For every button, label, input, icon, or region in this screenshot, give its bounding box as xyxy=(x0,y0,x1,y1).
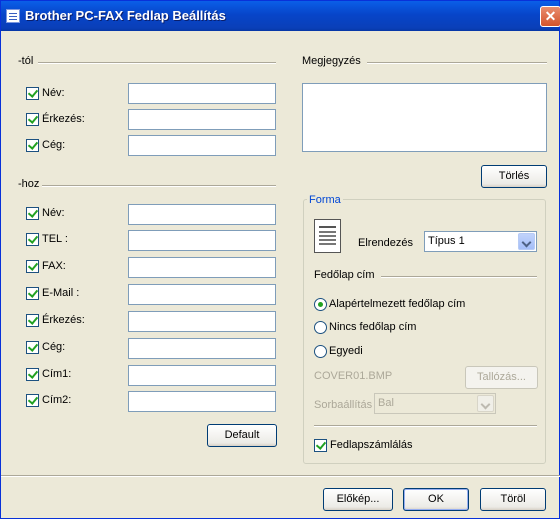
alignment-label: Sorbaállítás xyxy=(314,399,373,411)
layout-label: Elrendezés xyxy=(358,237,414,249)
title-bar[interactable]: Brother PC-FAX Fedlap Beállítás xyxy=(1,1,559,31)
chevron-down-icon[interactable] xyxy=(518,233,535,250)
from-arrival-checkbox[interactable] xyxy=(26,113,39,126)
radio-no-cover-title[interactable] xyxy=(314,321,327,334)
to-company-field[interactable] xyxy=(128,338,276,359)
to-address2-field[interactable] xyxy=(128,391,276,412)
to-company-checkbox[interactable] xyxy=(26,341,39,354)
from-arrival-field[interactable] xyxy=(128,109,276,130)
from-company-field[interactable] xyxy=(128,135,276,156)
from-group-label: -tól xyxy=(18,55,34,67)
from-company-label: Cég: xyxy=(42,139,66,151)
to-fax-label: FAX: xyxy=(42,260,66,272)
default-button[interactable]: Default xyxy=(207,424,277,447)
radio-default-cover-title[interactable] xyxy=(314,298,327,311)
to-name-field[interactable] xyxy=(128,204,276,225)
note-group-label: Megjegyzés xyxy=(302,55,361,67)
to-email-label: E-Mail : xyxy=(42,287,80,299)
to-address1-checkbox[interactable] xyxy=(26,368,39,381)
from-name-field[interactable] xyxy=(128,83,276,104)
clear-note-button[interactable]: Törlés xyxy=(481,165,547,188)
to-tel-checkbox[interactable] xyxy=(26,233,39,246)
to-email-field[interactable] xyxy=(128,284,276,305)
to-email-checkbox[interactable] xyxy=(26,287,39,300)
to-arrival-label: Érkezés: xyxy=(42,314,85,326)
from-company-checkbox[interactable] xyxy=(26,139,39,152)
to-arrival-field[interactable] xyxy=(128,311,276,332)
chevron-down-icon[interactable] xyxy=(477,395,494,412)
note-textarea[interactable] xyxy=(302,83,547,152)
to-fax-field[interactable] xyxy=(128,257,276,278)
cover-title-divider xyxy=(381,276,537,278)
footer-separator xyxy=(1,475,560,477)
ok-button[interactable]: OK xyxy=(403,488,469,511)
cover-count-checkbox[interactable] xyxy=(314,439,327,452)
alignment-select-value: Bal xyxy=(378,397,394,409)
to-group-label: -hoz xyxy=(18,178,40,190)
from-group-divider xyxy=(38,62,276,64)
radio-custom-cover-title[interactable] xyxy=(314,345,327,358)
to-tel-field[interactable] xyxy=(128,230,276,251)
browse-button[interactable]: Tallózás... xyxy=(465,366,538,389)
close-button[interactable]: ✕ xyxy=(540,6,560,27)
window-title: Brother PC-FAX Fedlap Beállítás xyxy=(25,8,226,23)
cancel-button[interactable]: Töröl xyxy=(480,488,546,511)
preview-button[interactable]: Előkép... xyxy=(323,488,393,511)
to-address1-field[interactable] xyxy=(128,365,276,386)
cover-title-label: Fedőlap cím xyxy=(314,269,375,281)
cover-file-name: COVER01.BMP xyxy=(314,370,393,382)
from-arrival-label: Érkezés: xyxy=(42,113,85,125)
forma-legend: Forma xyxy=(307,194,343,206)
forma-divider xyxy=(314,425,537,427)
layout-select-value: Típus 1 xyxy=(428,235,465,247)
radio-default-cover-title-label: Alapértelmezett fedőlap cím xyxy=(329,298,466,310)
cover-count-label: Fedlapszámlálás xyxy=(330,439,413,451)
to-name-checkbox[interactable] xyxy=(26,207,39,220)
fax-cover-settings-dialog: Brother PC-FAX Fedlap Beállítás ✕ -tól N… xyxy=(0,0,560,519)
alignment-select[interactable]: Bal xyxy=(374,393,496,414)
layout-select[interactable]: Típus 1 xyxy=(424,231,537,252)
app-icon xyxy=(6,9,20,23)
to-arrival-checkbox[interactable] xyxy=(26,314,39,327)
radio-no-cover-title-label: Nincs fedőlap cím xyxy=(329,321,417,333)
to-address2-label: Cím2: xyxy=(42,394,72,406)
to-name-label: Név: xyxy=(42,207,65,219)
from-name-checkbox[interactable] xyxy=(26,87,39,100)
to-group-divider xyxy=(42,185,276,187)
cover-page-document-icon xyxy=(314,219,341,253)
to-address1-label: Cím1: xyxy=(42,368,72,380)
to-fax-checkbox[interactable] xyxy=(26,260,39,273)
to-tel-label: TEL : xyxy=(42,233,68,245)
note-group-divider xyxy=(367,62,547,64)
to-company-label: Cég: xyxy=(42,341,66,353)
from-name-label: Név: xyxy=(42,87,65,99)
radio-custom-cover-title-label: Egyedi xyxy=(329,345,363,357)
to-address2-checkbox[interactable] xyxy=(26,394,39,407)
